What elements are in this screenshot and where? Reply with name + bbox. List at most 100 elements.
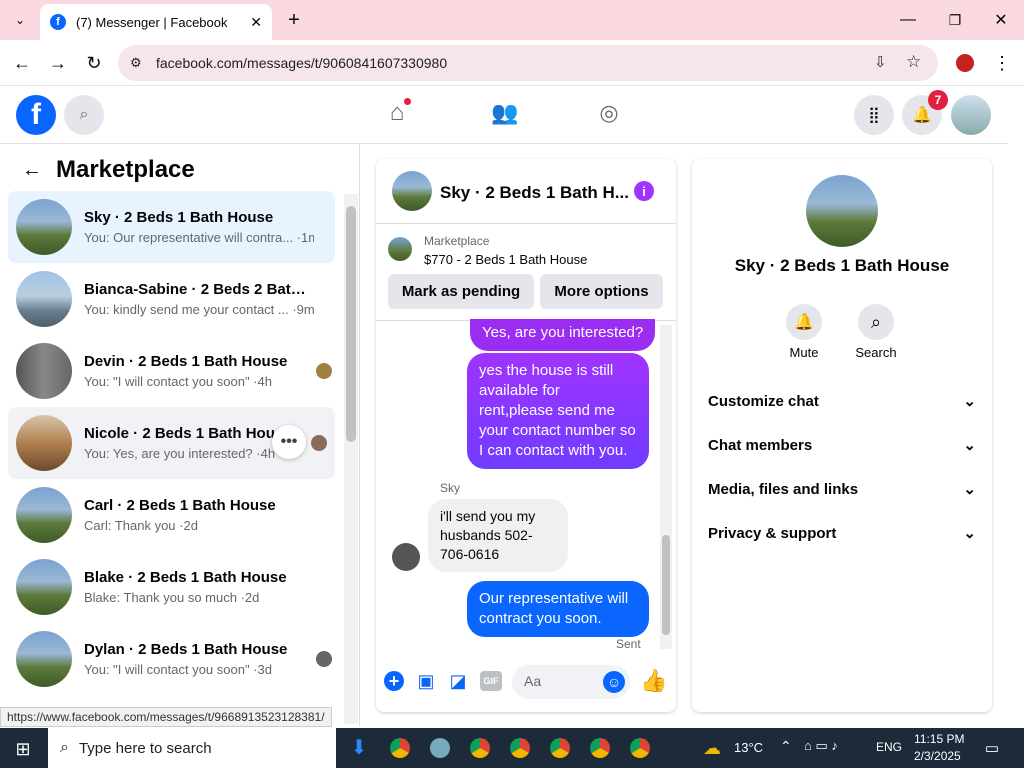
- notification-center-icon[interactable]: ▭: [982, 738, 1002, 758]
- seen-avatar: [316, 363, 332, 379]
- facebook-header: f ⌕ ⌂ 👥 ◎ ⣿ 🔔 7: [0, 86, 1008, 144]
- conversation-name: Devin · 2 Beds 1 Bath House: [84, 353, 288, 370]
- message-bubble[interactable]: Our representative will contract you soo…: [467, 581, 649, 637]
- browser-tab[interactable]: f (7) Messenger | Facebook ✕: [40, 4, 272, 40]
- temperature[interactable]: 13°C: [734, 740, 763, 755]
- seen-avatar: [316, 651, 332, 667]
- message-bubble[interactable]: yes the house is still available for ren…: [467, 353, 649, 469]
- conversation-item-devin[interactable]: Devin · 2 Beds 1 Bath House You: "I will …: [8, 335, 335, 407]
- customize-chat-row[interactable]: Customize chat ⌄: [708, 381, 976, 421]
- avatar: [16, 199, 72, 255]
- info-avatar[interactable]: [806, 175, 878, 247]
- privacy-support-row[interactable]: Privacy & support ⌄: [708, 513, 976, 553]
- close-window-icon[interactable]: ✕: [989, 8, 1013, 32]
- more-options-button[interactable]: More options: [540, 274, 663, 309]
- chrome-icon[interactable]: [550, 738, 570, 758]
- sent-status: Sent: [616, 637, 641, 651]
- chat-avatar[interactable]: [392, 171, 432, 211]
- chevron-down-icon: ⌄: [963, 525, 976, 542]
- chat-scrollbar[interactable]: [660, 325, 672, 649]
- conversation-name: Sky · 2 Beds 1 Bath House: [84, 209, 274, 226]
- url-field[interactable]: ⚙ facebook.com/messages/t/90608416073309…: [118, 45, 938, 81]
- menu-grid-icon[interactable]: ⣿: [854, 95, 894, 135]
- account-avatar[interactable]: [951, 95, 991, 135]
- notification-badge: 7: [928, 90, 948, 110]
- tab-list-icon[interactable]: ⌄: [8, 8, 32, 32]
- conversation-preview: Blake: Thank you so much ·2d: [84, 590, 260, 605]
- media-files-row[interactable]: Media, files and links ⌄: [708, 469, 976, 509]
- avatar: [16, 631, 72, 687]
- sticker-icon[interactable]: ◪: [448, 671, 468, 691]
- message-bubble[interactable]: Yes, are you interested?: [470, 319, 656, 351]
- emoji-icon[interactable]: ☺: [603, 671, 625, 693]
- new-tab-icon[interactable]: +: [282, 8, 306, 32]
- tray-chevron-icon[interactable]: ⌃: [780, 738, 792, 755]
- info-icon[interactable]: i: [634, 181, 654, 201]
- tray-icons[interactable]: ⌂ ▭ ♪: [804, 738, 838, 754]
- avatar: [16, 415, 72, 471]
- mute-icon[interactable]: 🔔: [786, 304, 822, 340]
- groups-icon[interactable]: ◎: [594, 98, 624, 128]
- taskbar-search-placeholder: Type here to search: [78, 739, 212, 757]
- back-arrow-icon[interactable]: ←: [20, 158, 44, 182]
- close-tab-icon[interactable]: ✕: [250, 14, 262, 31]
- facebook-logo-icon[interactable]: f: [16, 95, 56, 135]
- reload-icon[interactable]: ↻: [82, 51, 106, 75]
- url-text: facebook.com/messages/t/9060841607330980: [156, 55, 448, 71]
- conversation-item-nicole[interactable]: Nicole · 2 Beds 1 Bath House You: Yes, ar…: [8, 407, 335, 479]
- browser-tab-bar: ⌄ f (7) Messenger | Facebook ✕ + — ❐ ✕: [0, 0, 1024, 40]
- chrome-icon[interactable]: [630, 738, 650, 758]
- clock-date[interactable]: 2/3/2025: [914, 749, 961, 763]
- minimize-icon[interactable]: —: [896, 8, 920, 32]
- add-icon[interactable]: +: [384, 671, 404, 691]
- maximize-icon[interactable]: ❐: [943, 8, 967, 32]
- conversation-item-bianca[interactable]: Bianca-Sabine · 2 Beds 2 Baths ... You: k…: [8, 263, 335, 335]
- windows-start-icon[interactable]: ⊞: [12, 738, 34, 760]
- download-icon[interactable]: ⬇: [348, 736, 370, 759]
- conversation-preview: Carl: Thank you ·2d: [84, 518, 198, 533]
- app-icon[interactable]: [430, 738, 450, 758]
- avatar: [16, 343, 72, 399]
- back-icon[interactable]: ←: [10, 51, 34, 75]
- search-label: Search: [855, 345, 897, 360]
- list-scrollbar[interactable]: [344, 194, 358, 724]
- chat-info-panel: Sky · 2 Beds 1 Bath House 🔔 Mute ⌕ Searc…: [692, 159, 992, 712]
- conversation-item-sky[interactable]: Sky · 2 Beds 1 Bath House You: Our repres…: [8, 191, 335, 263]
- chat-title[interactable]: Sky · 2 Beds 1 Bath H...: [440, 183, 629, 203]
- photo-icon[interactable]: ▣: [416, 671, 436, 691]
- clock-time[interactable]: 11:15 PM: [914, 732, 964, 746]
- taskbar-search[interactable]: ⌕ Type here to search: [48, 728, 336, 768]
- weather-icon[interactable]: ☁: [700, 736, 724, 760]
- facebook-favicon-icon: f: [50, 14, 66, 30]
- browser-menu-icon[interactable]: ⋮: [992, 51, 1012, 75]
- like-icon[interactable]: 👍: [640, 668, 667, 693]
- seen-avatar: [311, 435, 327, 451]
- listing-thumbnail[interactable]: [388, 237, 412, 261]
- chrome-icon[interactable]: [470, 738, 490, 758]
- conversation-item-dylan[interactable]: Dylan · 2 Beds 1 Bath House You: "I will …: [8, 623, 335, 695]
- search-conversation-icon[interactable]: ⌕: [858, 304, 894, 340]
- gif-icon[interactable]: GIF: [480, 671, 502, 691]
- conversation-item-blake[interactable]: Blake · 2 Beds 1 Bath House Blake: Thank …: [8, 551, 335, 623]
- search-icon[interactable]: ⌕: [64, 95, 104, 135]
- bookmark-star-icon[interactable]: ☆: [906, 52, 921, 72]
- more-options-icon[interactable]: •••: [272, 425, 306, 459]
- site-info-icon[interactable]: ⚙: [130, 55, 142, 71]
- conversation-item-carl[interactable]: Carl · 2 Beds 1 Bath House Carl: Thank yo…: [8, 479, 335, 551]
- windows-taskbar: ⊞ ⌕ Type here to search ⬇ ☁ 13°C ⌃ ⌂ ▭ ♪…: [0, 728, 1024, 768]
- language[interactable]: ENG: [876, 740, 902, 754]
- conversation-preview: You: "I will contact you soon" ·3d: [84, 662, 272, 677]
- mark-as-pending-button[interactable]: Mark as pending: [388, 274, 534, 309]
- listing-title[interactable]: $770 - 2 Beds 1 Bath House: [424, 252, 587, 267]
- chrome-icon[interactable]: [390, 738, 410, 758]
- friends-icon[interactable]: 👥: [490, 98, 520, 128]
- install-icon[interactable]: ⇩: [874, 53, 887, 71]
- chrome-icon[interactable]: [510, 738, 530, 758]
- section-label: Privacy & support: [708, 524, 837, 542]
- section-label: Customize chat: [708, 392, 819, 410]
- chrome-icon[interactable]: [590, 738, 610, 758]
- forward-icon[interactable]: →: [46, 51, 70, 75]
- chat-members-row[interactable]: Chat members ⌄: [708, 425, 976, 465]
- message-bubble[interactable]: i'll send you my husbands 502-706-0616: [428, 499, 568, 572]
- profile-icon[interactable]: [956, 54, 974, 72]
